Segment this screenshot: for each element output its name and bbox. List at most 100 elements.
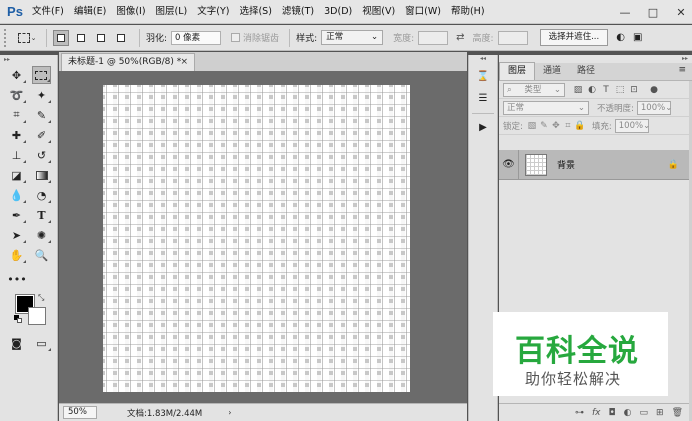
lock-position-icon[interactable]: ✥ [550, 121, 562, 131]
link-layers-icon[interactable]: ⊶ [575, 408, 584, 418]
canvas-workspace[interactable] [59, 71, 467, 403]
shape-filter-icon[interactable]: ⬚ [613, 85, 627, 95]
magic-wand-tool-icon[interactable]: ✦ [32, 86, 51, 104]
hand-tool-icon[interactable]: ✋ [7, 246, 26, 264]
clone-stamp-tool-icon[interactable]: ⊥ [7, 146, 26, 164]
lock-transparent-icon[interactable]: ▧ [526, 121, 538, 131]
swap-dimensions-icon[interactable]: ⇄ [456, 32, 464, 43]
blur-tool-icon[interactable]: 💧 [7, 186, 26, 204]
lock-artboard-icon[interactable]: ⌗ [562, 121, 574, 131]
document-canvas[interactable] [103, 85, 410, 392]
move-tool-icon[interactable]: ✥ [7, 66, 26, 84]
fill-input[interactable]: 100% ⌄ [614, 118, 650, 133]
close-tab-icon[interactable]: × [180, 54, 188, 71]
filter-toggle-icon[interactable]: ● [647, 85, 661, 95]
healing-brush-tool-icon[interactable]: ✚ [7, 126, 26, 144]
add-mask-icon[interactable]: ◘ [609, 408, 616, 418]
new-layer-icon[interactable]: ⊞ [656, 408, 664, 418]
weave-pattern-shadow [103, 85, 410, 392]
status-menu-arrow[interactable]: › [228, 408, 231, 417]
workspace-icon[interactable]: ◐ [616, 32, 625, 43]
feather-input[interactable]: 0 像素 [171, 30, 222, 45]
style-select[interactable]: 正常 ⌄ [321, 30, 384, 45]
new-selection-button[interactable] [53, 29, 69, 46]
menu-file[interactable]: 文件(F) [27, 0, 69, 24]
history-panel-icon[interactable]: ⌛ [472, 67, 494, 85]
eraser-tool-icon[interactable]: ◪ [7, 166, 26, 184]
dodge-tool-icon[interactable]: ◔ [32, 186, 51, 204]
edit-toolbar-icon[interactable]: ••• [7, 270, 27, 288]
menu-help[interactable]: 帮助(H) [446, 0, 490, 24]
close-button[interactable]: ✕ [674, 6, 688, 19]
gradient-tool-icon[interactable] [32, 166, 51, 184]
restore-button[interactable]: □ [646, 6, 660, 19]
custom-shape-tool-icon[interactable]: ✺ [32, 226, 51, 244]
divider [472, 113, 494, 114]
menu-3d[interactable]: 3D(D) [319, 0, 357, 24]
width-input[interactable] [418, 30, 449, 45]
select-and-mask-button[interactable]: 选择并遮住... [539, 29, 609, 46]
tool-preset-picker[interactable]: ⌄ [14, 28, 40, 48]
height-input[interactable] [497, 30, 528, 45]
screen-mode-icon[interactable]: ▭ [32, 334, 51, 352]
menu-edit[interactable]: 编辑(E) [69, 0, 111, 24]
swap-colors-icon[interactable]: ⤡ [38, 293, 44, 303]
menu-type[interactable]: 文字(Y) [192, 0, 234, 24]
visibility-eye-icon[interactable]: 👁 [499, 149, 519, 180]
zoom-level-field[interactable]: 50% [63, 406, 97, 419]
blend-mode-select[interactable]: 正常 ⌄ [503, 100, 589, 115]
properties-panel-icon[interactable]: ☰ [472, 89, 494, 107]
subtract-selection-button[interactable] [93, 30, 109, 46]
layer-kind-filter[interactable]: ⌕ 类型 ⌄ [503, 82, 565, 97]
brush-tool-icon[interactable]: ✐ [32, 126, 51, 144]
menu-view[interactable]: 视图(V) [357, 0, 400, 24]
collapse-dock-icon[interactable]: ◂◂ [469, 55, 497, 63]
photoshop-logo: Ps [7, 4, 23, 19]
document-tab[interactable]: 未标题-1 @ 50%(RGB/8) * × [61, 53, 195, 71]
path-selection-tool-icon[interactable]: ➤ [7, 226, 26, 244]
crop-tool-icon[interactable]: ⌗ [7, 106, 26, 124]
delete-layer-icon[interactable]: 🗑 [672, 408, 683, 418]
eyedropper-tool-icon[interactable]: ✎ [32, 106, 51, 124]
opacity-input[interactable]: 100% ⌄ [636, 100, 672, 115]
panel-menu-icon[interactable]: ≡ [678, 65, 686, 75]
options-grip[interactable] [4, 28, 8, 47]
zoom-tool-icon[interactable]: 🔍 [32, 246, 51, 264]
collapse-toolbar-icon[interactable]: ▸▸ [0, 55, 57, 65]
default-colors-icon[interactable] [14, 315, 22, 323]
lock-image-icon[interactable]: ✎ [538, 121, 550, 131]
layer-row-background[interactable]: 👁 背景 🔒 [499, 149, 689, 180]
divider [139, 28, 140, 47]
new-selection-icon [57, 33, 65, 42]
rectangular-marquee-tool-icon[interactable] [31, 66, 51, 84]
quick-mask-icon[interactable]: ◙ [7, 334, 26, 352]
background-color-swatch[interactable] [28, 307, 46, 325]
add-selection-button[interactable] [73, 30, 89, 46]
new-group-icon[interactable]: ▭ [640, 408, 649, 418]
history-brush-tool-icon[interactable]: ↺ [32, 146, 51, 164]
intersect-selection-button[interactable] [113, 30, 129, 46]
menu-filter[interactable]: 滤镜(T) [277, 0, 319, 24]
menu-select[interactable]: 选择(S) [234, 0, 276, 24]
tab-paths[interactable]: 路径 [569, 63, 603, 80]
layer-style-icon[interactable]: fx [592, 408, 601, 418]
menu-image[interactable]: 图像(I) [111, 0, 150, 24]
lasso-tool-icon[interactable]: ➰ [7, 86, 26, 104]
smart-object-filter-icon[interactable]: ⊡ [627, 85, 641, 95]
lock-all-icon[interactable]: 🔒 [574, 121, 586, 131]
tab-channels[interactable]: 通道 [535, 63, 569, 80]
menu-layer[interactable]: 图层(L) [151, 0, 193, 24]
layer-lock-icon[interactable]: 🔒 [668, 160, 679, 170]
type-filter-icon[interactable]: T [599, 85, 613, 95]
adjustment-layer-icon[interactable]: ◐ [624, 408, 632, 418]
pen-tool-icon[interactable]: ✒ [7, 206, 26, 224]
antialias-checkbox[interactable] [231, 33, 241, 42]
type-tool-icon[interactable]: T [32, 206, 51, 224]
menu-window[interactable]: 窗口(W) [400, 0, 446, 24]
pixel-filter-icon[interactable]: ▨ [571, 85, 585, 95]
minimize-button[interactable]: — [618, 6, 632, 19]
tab-layers[interactable]: 图层 [499, 62, 536, 80]
adjustment-filter-icon[interactable]: ◐ [585, 85, 599, 95]
actions-play-icon[interactable]: ▶ [472, 118, 494, 136]
panel-toggle-icon[interactable]: ▣ [633, 32, 642, 43]
